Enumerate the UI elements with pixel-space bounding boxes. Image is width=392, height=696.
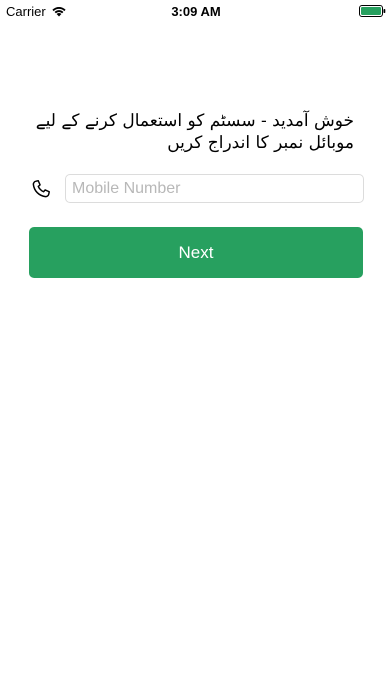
mobile-number-input[interactable] — [65, 174, 364, 203]
battery-full-icon — [359, 5, 386, 17]
status-left: Carrier — [6, 4, 67, 19]
status-time: 3:09 AM — [171, 3, 221, 19]
next-button[interactable]: Next — [29, 227, 363, 278]
mobile-number-row — [30, 174, 364, 203]
phone-icon — [32, 179, 50, 197]
wifi-icon — [52, 7, 66, 17]
welcome-instruction-text: خوش آمدید - سسٹم کو استعمال کرنے کے لیے … — [35, 111, 354, 153]
carrier-label: Carrier — [6, 3, 46, 19]
status-bar: Carrier 3:09 AM — [0, 0, 392, 22]
